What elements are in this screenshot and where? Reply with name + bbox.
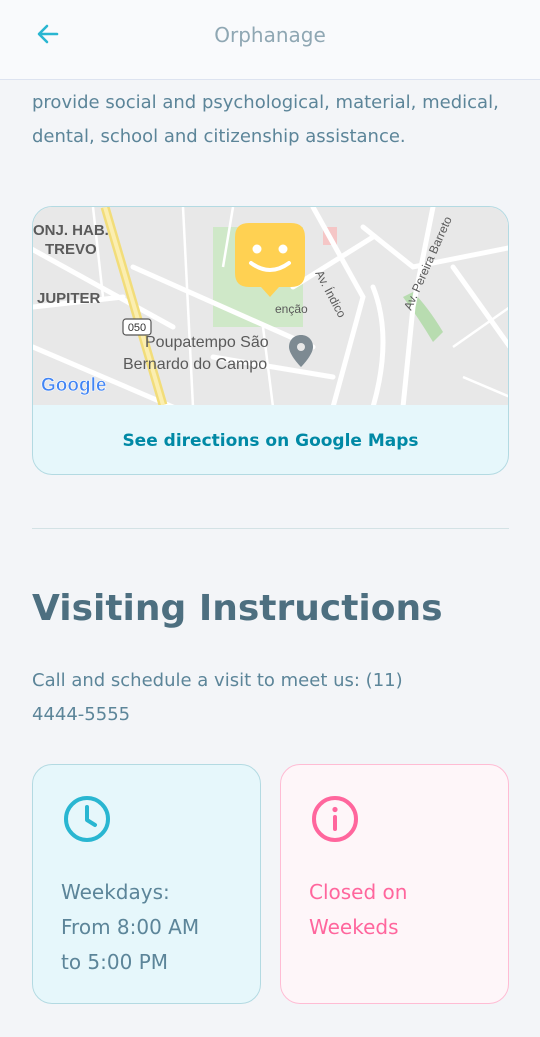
- info-icon: [312, 796, 358, 842]
- closed-line: Weekeds: [309, 915, 399, 939]
- opening-hours-text: Weekdays: From 8:00 AM to 5:00 PM: [61, 875, 241, 980]
- hours-line: From 8:00 AM: [61, 915, 200, 939]
- map-area-label: JUPITER: [37, 290, 101, 307]
- hours-line: Weekdays:: [61, 880, 170, 904]
- map-area-label: TREVO: [45, 241, 97, 258]
- map-card: 050 ONJ. HAB. TREVO JUPITER Poupatempo S…: [32, 206, 509, 475]
- clock-icon: [64, 796, 110, 842]
- smiley-marker-icon[interactable]: [235, 223, 305, 297]
- hours-line: to 5:00 PM: [61, 950, 169, 974]
- map-poi-label: Bernardo do Campo: [123, 356, 267, 373]
- opening-hours-card: Weekdays: From 8:00 AM to 5:00 PM: [32, 764, 261, 1004]
- map-area-label: ONJ. HAB.: [33, 222, 109, 239]
- visiting-instructions-title: Visiting Instructions: [32, 588, 443, 629]
- google-maps-directions-link[interactable]: See directions on Google Maps: [33, 405, 508, 474]
- closed-days-card: Closed on Weekeds: [280, 764, 509, 1004]
- visiting-instructions-text: Call and schedule a visit to meet us: (1…: [32, 670, 403, 725]
- app-header: Orphanage: [0, 0, 540, 80]
- road-shield-label: 050: [128, 322, 146, 334]
- map-view[interactable]: 050 ONJ. HAB. TREVO JUPITER Poupatempo S…: [33, 207, 508, 405]
- about-text: provide social and psychological, materi…: [32, 92, 499, 147]
- page-title: Orphanage: [214, 23, 326, 47]
- map-street-label: enção: [275, 302, 308, 316]
- closed-line: Closed on: [309, 880, 408, 904]
- section-divider: [32, 528, 509, 529]
- map-poi-label: Poupatempo São: [145, 334, 269, 351]
- google-logo: Google: [41, 375, 106, 396]
- closed-days-text: Closed on Weekeds: [309, 875, 489, 945]
